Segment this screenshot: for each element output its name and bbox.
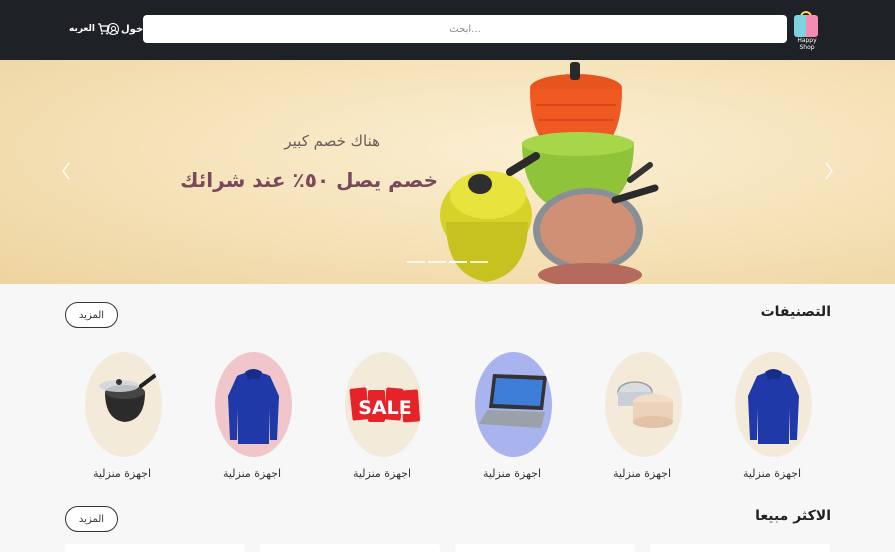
product-card[interactable]: [65, 544, 245, 552]
sweater-icon: [228, 369, 279, 444]
laptop-icon: [479, 374, 547, 428]
slider-dot[interactable]: [407, 261, 425, 263]
category-item[interactable]: اجهزة منزلية: [587, 352, 697, 487]
category-label: اجهزة منزلية: [612, 467, 672, 480]
banner-subtitle: هناك خصم كبير: [284, 132, 380, 150]
category-image: [85, 352, 162, 457]
category-image: [475, 352, 552, 457]
slider-dot[interactable]: [470, 261, 488, 263]
svg-text:SALE: SALE: [358, 397, 411, 419]
category-item[interactable]: اجهزة منزلية: [197, 352, 307, 487]
shop-logo[interactable]: Happy Shop: [791, 11, 823, 51]
cosmetic-jar-icon: [617, 381, 673, 428]
category-label: اجهزة منزلية: [742, 467, 802, 480]
sweater-icon: [748, 369, 799, 444]
categories-more-button[interactable]: المزيد: [65, 302, 118, 328]
category-label: اجهزة منزلية: [482, 467, 542, 480]
product-card[interactable]: [650, 544, 830, 552]
category-image: SALE: [345, 352, 422, 457]
categories-title: التصنيفات: [760, 304, 831, 320]
sale-tags-icon: SALE: [349, 387, 420, 423]
category-item[interactable]: اجهزة منزلية: [67, 352, 177, 487]
category-item[interactable]: اجهزة منزلية: [457, 352, 567, 487]
category-image: [215, 352, 292, 457]
bestsellers-title: الاكثر مبيعا: [755, 508, 831, 524]
slider-dots: [407, 261, 488, 263]
banner-title: خصم يصل ٥٠٪ عند شرائك: [180, 168, 438, 192]
cart-label: العربه: [69, 24, 95, 34]
chevron-left-icon[interactable]: [61, 161, 71, 181]
chevron-right-icon[interactable]: [824, 161, 834, 181]
cookware-image: [440, 62, 659, 284]
category-label: اجهزة منزلية: [222, 467, 282, 480]
slider-dot-active[interactable]: [449, 261, 467, 263]
login-button[interactable]: دخول: [107, 21, 148, 37]
category-label: اجهزة منزلية: [352, 467, 412, 480]
cooking-pot-icon: [99, 372, 159, 422]
top-header: Happy Shop دخول العربه: [0, 0, 895, 60]
product-card[interactable]: [455, 544, 635, 552]
cart-icon: [97, 23, 110, 35]
login-label: دخول: [121, 23, 149, 35]
bestsellers-more-button[interactable]: المزيد: [65, 506, 118, 532]
category-item[interactable]: اجهزة منزلية: [717, 352, 827, 487]
category-item[interactable]: SALE اجهزة منزلية: [327, 352, 437, 487]
hero-banner[interactable]: هناك خصم كبير خصم يصل ٥٠٪ عند شرائك: [0, 60, 895, 284]
logo-bag-icon: [794, 15, 818, 37]
product-card[interactable]: [260, 544, 440, 552]
slider-dot[interactable]: [428, 261, 446, 263]
category-label: اجهزة منزلية: [92, 467, 152, 480]
category-image: [605, 352, 682, 457]
cart-button[interactable]: العربه: [69, 21, 110, 37]
category-image: [735, 352, 812, 457]
search-input[interactable]: [143, 15, 787, 43]
logo-text: Happy Shop: [797, 37, 817, 51]
